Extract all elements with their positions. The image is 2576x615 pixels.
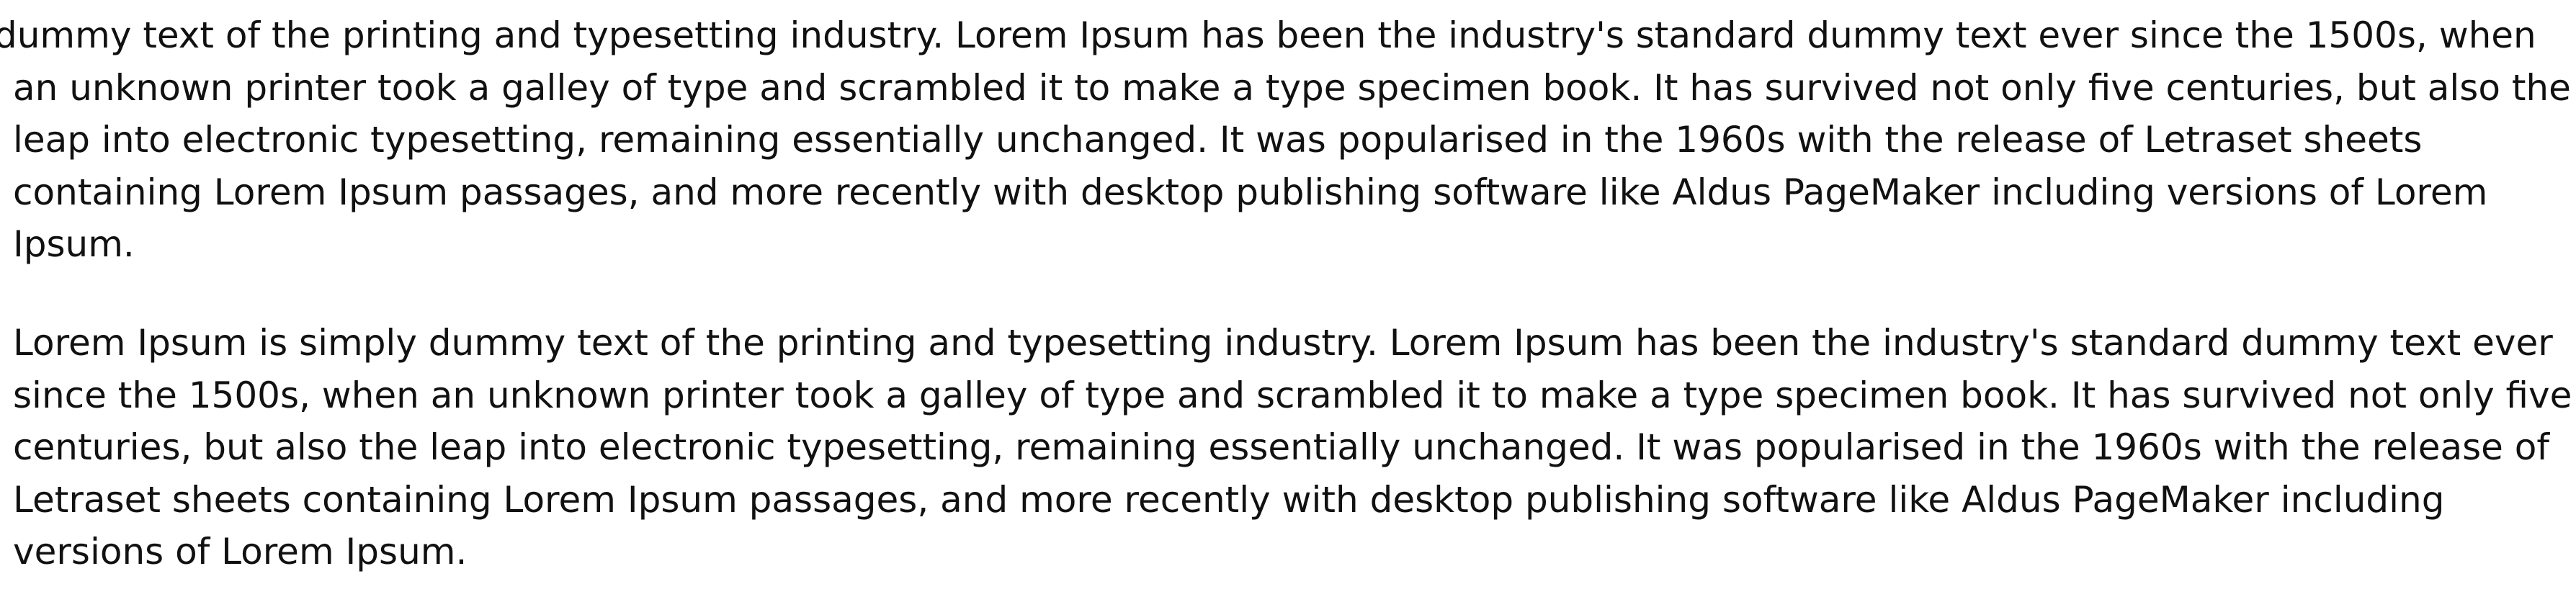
paragraph-2-line-2: since the 1500s, when an unknown printer… — [13, 374, 2572, 416]
paragraph-2-line-1: Lorem Ipsum is simply dummy text of the … — [13, 322, 2553, 364]
paragraph-2-line-4: Letraset sheets containing Lorem Ipsum p… — [13, 478, 2445, 521]
paragraph-1-line-3: leap into electronic typesetting, remain… — [13, 119, 2423, 161]
paragraph-2-line-3: centuries, but also the leap into electr… — [13, 426, 2549, 468]
document-viewport: dummy text of the printing and typesetti… — [0, 0, 2576, 615]
paragraph-1-line-4: containing Lorem Ipsum passages, and mor… — [13, 171, 2488, 213]
paragraph-1-line-5: Ipsum. — [13, 223, 135, 265]
paragraph-2: Lorem Ipsum is simply dummy text of the … — [13, 317, 2572, 578]
paragraph-1-line-2: an unknown printer took a galley of type… — [13, 66, 2571, 109]
paragraph-1-line-1: dummy text of the printing and typesetti… — [0, 14, 2536, 56]
paragraph-1: dummy text of the printing and typesetti… — [0, 9, 2571, 271]
paragraph-2-line-5: versions of Lorem Ipsum. — [13, 531, 468, 573]
